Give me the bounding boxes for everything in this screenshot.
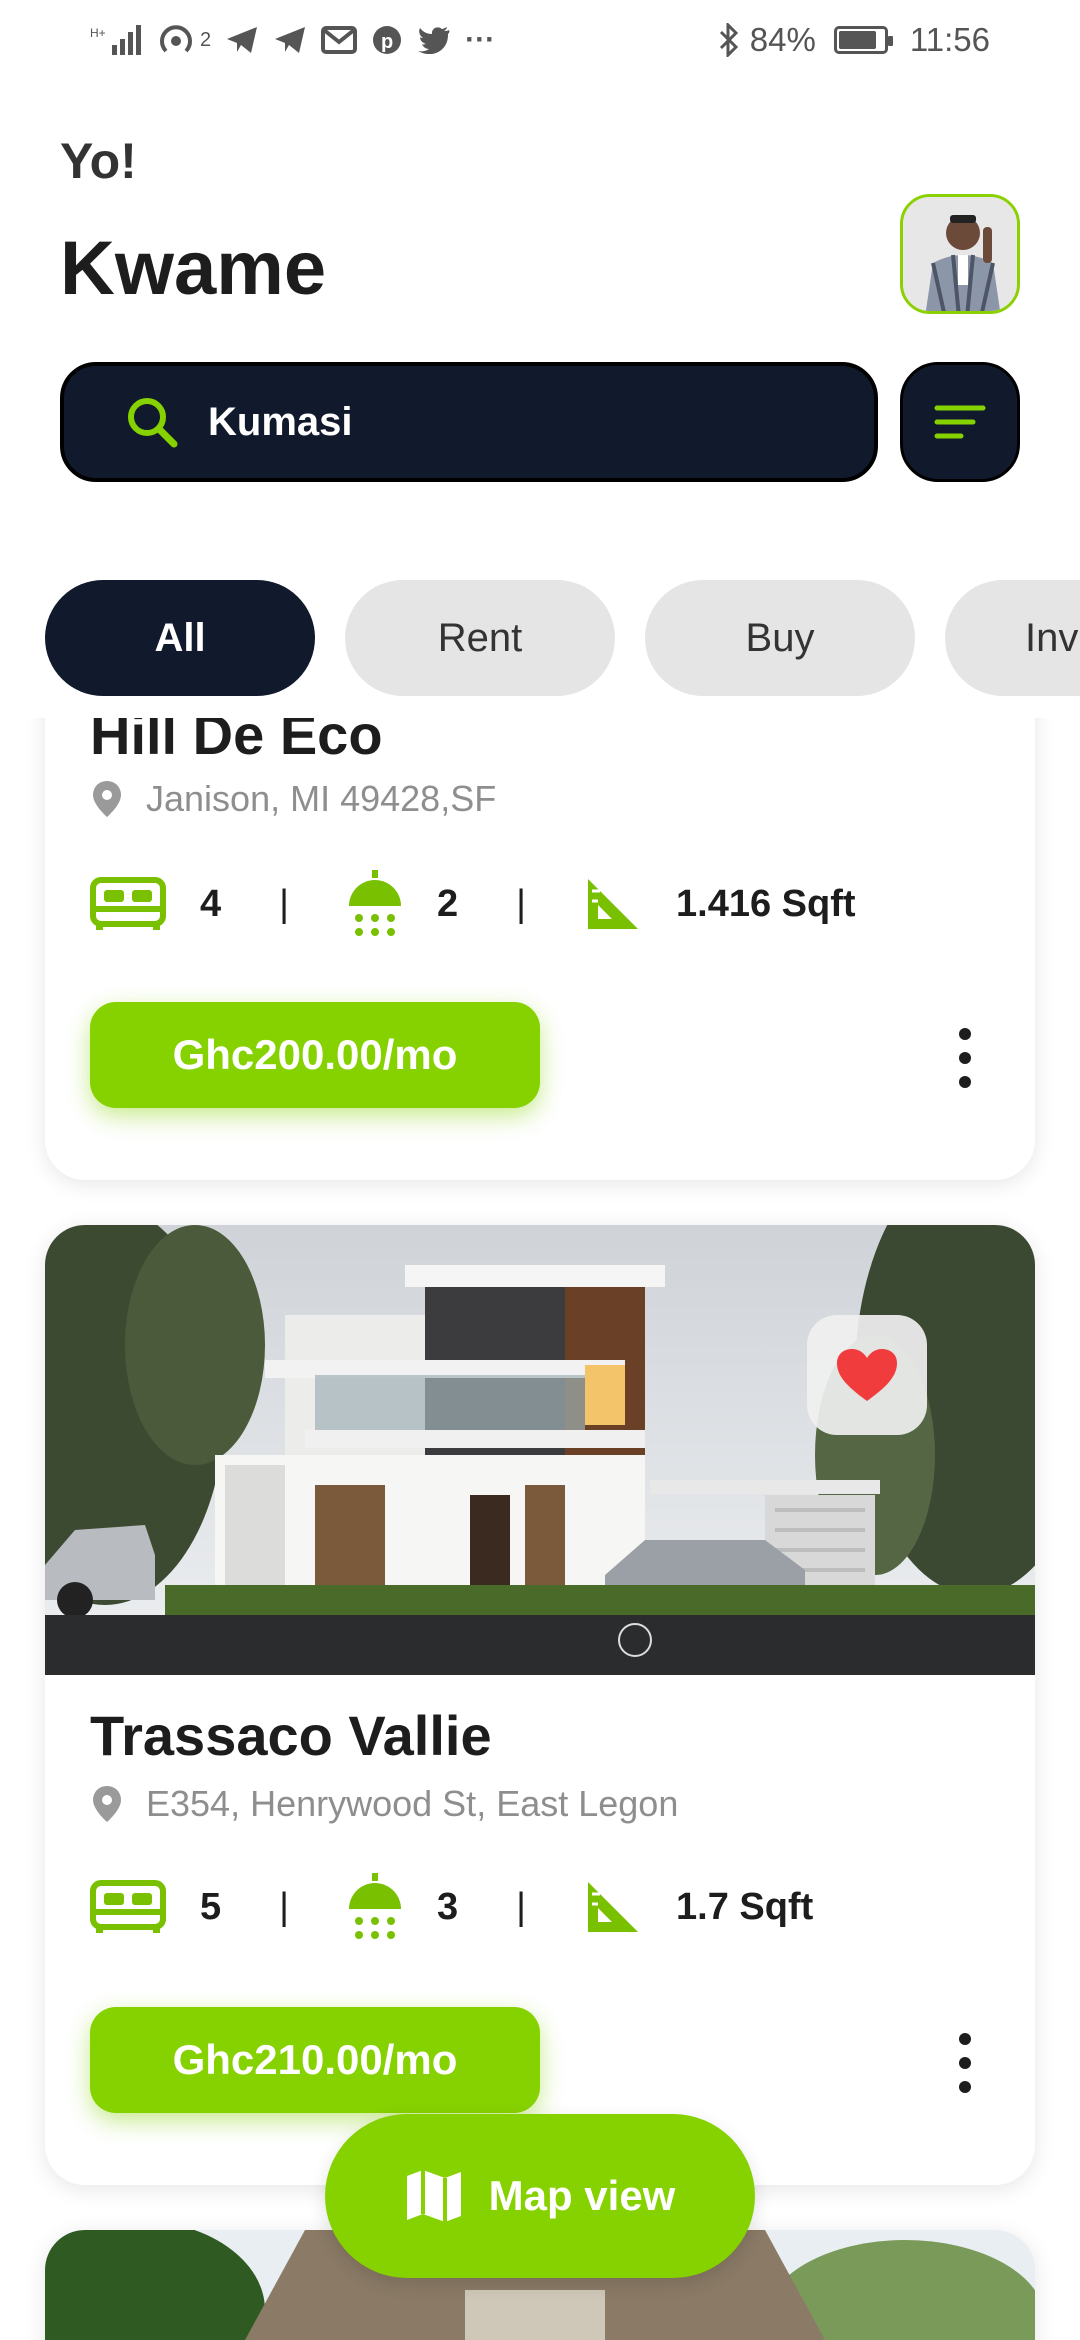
svg-text:H+: H+: [90, 26, 106, 40]
bath-count: 3: [437, 1885, 459, 1928]
area-ruler-icon: [584, 1878, 642, 1936]
spec-divider: |: [516, 1885, 527, 1928]
battery-fill: [838, 31, 876, 49]
spec-divider: |: [279, 1885, 290, 1928]
spec-divider: |: [516, 882, 527, 925]
bluetooth-icon: [718, 20, 740, 60]
gmail-icon: [321, 20, 358, 60]
house-illustration: [45, 1225, 1035, 1675]
avatar[interactable]: [900, 194, 1020, 314]
bath-count: 2: [437, 882, 459, 925]
more-options-button[interactable]: [950, 1028, 980, 1088]
area-size: 1.7 Sqft: [676, 1885, 814, 1928]
listing-title: Trassaco Vallie: [90, 1704, 492, 1767]
price-button[interactable]: Ghc210.00/mo: [90, 2007, 540, 2113]
listing-address: Janison, MI 49428,SF: [90, 778, 496, 820]
listing-specs: 4 | 2 | 1.416 Sqft: [90, 870, 856, 938]
status-bar: H+ 2 p ··· 84% 11:56: [0, 0, 1080, 80]
battery-percent: 84%: [749, 21, 816, 58]
heart-icon: [837, 1349, 897, 1401]
shower-icon: [347, 870, 403, 938]
listing-address-text: Janison, MI 49428,SF: [146, 778, 497, 819]
search-input[interactable]: Kumasi: [208, 400, 353, 445]
battery-icon: [833, 26, 893, 54]
listing-address: E354, Henrywood St, East Legon: [90, 1783, 678, 1825]
favorite-button[interactable]: [807, 1315, 927, 1435]
app-screen: H+ 2 p ··· 84% 11:56 Yo! Kwame Kumasi Hi…: [0, 0, 1080, 2340]
bed-count: 5: [200, 1885, 222, 1928]
area-size: 1.416 Sqft: [676, 882, 856, 925]
search-bar[interactable]: Kumasi: [60, 362, 878, 482]
more-icon: ···: [465, 23, 496, 56]
area-ruler-icon: [584, 875, 642, 933]
hotspot-count: 2: [200, 28, 212, 51]
listing-photo: [45, 1225, 1035, 1675]
telegram-icon: [225, 20, 259, 60]
bed-count: 4: [200, 882, 222, 925]
bed-icon: [90, 1879, 166, 1935]
tab-invest[interactable]: Inv: [945, 580, 1080, 696]
location-pin-icon: [93, 1786, 121, 1822]
shower-icon: [347, 1873, 403, 1941]
tab-rent[interactable]: Rent: [345, 580, 615, 696]
map-icon: [406, 2170, 461, 2222]
listing-specs: 5 | 3 | 1.7 Sqft: [90, 1873, 813, 1941]
clock: 11:56: [909, 21, 990, 58]
filter-button[interactable]: [900, 362, 1020, 482]
tab-all[interactable]: All: [45, 580, 315, 696]
category-tabs-overlay: All Rent Buy Inv: [45, 580, 1080, 696]
spec-divider: |: [279, 882, 290, 925]
tab-buy[interactable]: Buy: [645, 580, 915, 696]
map-view-button[interactable]: Map view: [325, 2114, 755, 2278]
hotspot-icon: 2: [158, 20, 211, 60]
user-name: Kwame: [60, 226, 327, 311]
more-options-button[interactable]: [950, 2033, 980, 2093]
bed-icon: [90, 876, 166, 932]
greeting: Yo!: [60, 133, 137, 189]
status-bar-right: 84% 11:56: [718, 20, 990, 60]
status-bar-left: H+ 2 p ···: [90, 20, 495, 60]
pinterest-icon: p: [371, 20, 403, 60]
signal-icon: H+: [90, 20, 144, 60]
avatar-photo: [903, 197, 1017, 311]
telegram-icon: [273, 20, 307, 60]
listing-address-text: E354, Henrywood St, East Legon: [146, 1783, 679, 1824]
filter-icon: [934, 405, 986, 439]
svg-text:p: p: [381, 31, 393, 53]
listing-card[interactable]: Trassaco Vallie E354, Henrywood St, East…: [45, 1225, 1035, 2185]
twitter-icon: [417, 20, 451, 60]
location-pin-icon: [93, 781, 121, 817]
price-button[interactable]: Ghc200.00/mo: [90, 1002, 540, 1108]
map-view-label: Map view: [488, 2172, 676, 2219]
search-icon: [128, 398, 178, 448]
